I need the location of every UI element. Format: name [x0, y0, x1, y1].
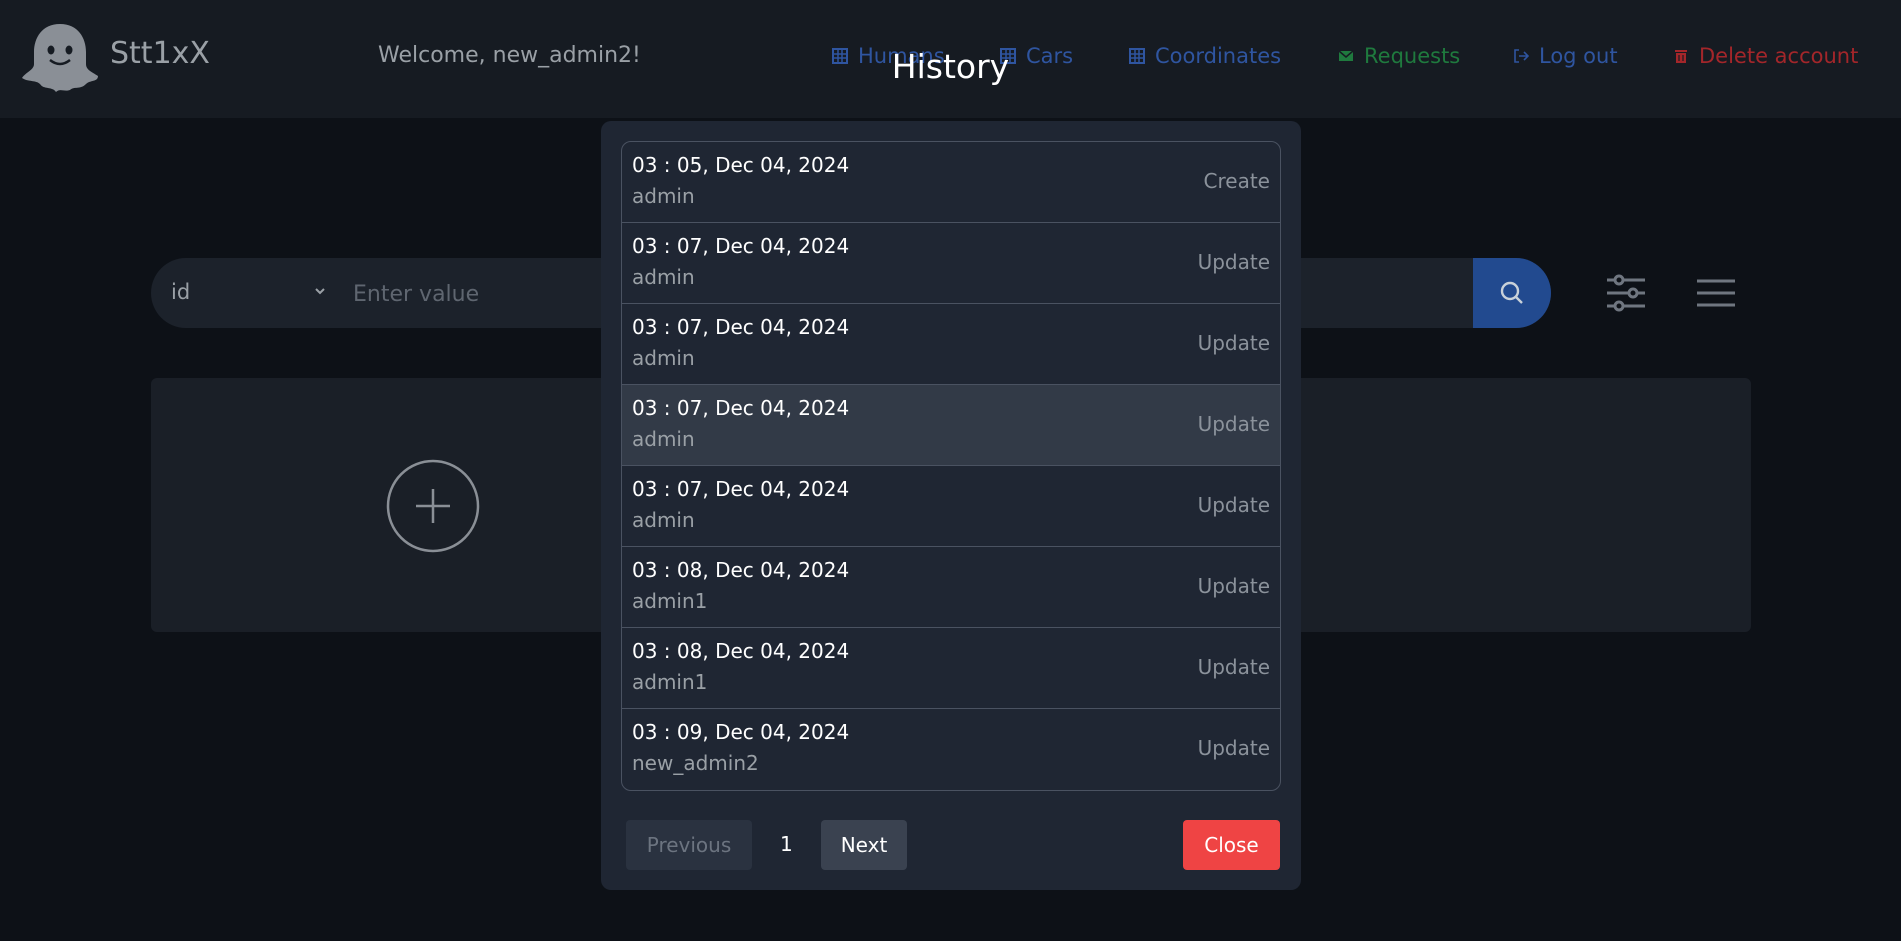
history-action: Create	[1203, 169, 1270, 193]
previous-page-button[interactable]: Previous	[626, 820, 752, 870]
add-circle-icon[interactable]	[386, 459, 480, 553]
history-action: Update	[1197, 493, 1270, 517]
history-action: Update	[1197, 655, 1270, 679]
history-action: Update	[1197, 412, 1270, 436]
search-button[interactable]	[1473, 258, 1551, 328]
history-time: 03 : 05, Dec 04, 2024	[632, 153, 850, 177]
history-time: 03 : 07, Dec 04, 2024	[632, 396, 850, 420]
history-time: 03 : 07, Dec 04, 2024	[632, 315, 850, 339]
modal-title: History	[891, 47, 1010, 86]
history-modal: 03 : 05, Dec 04, 2024 admin Create 03 : …	[601, 121, 1301, 890]
history-action: Update	[1197, 331, 1270, 355]
history-time: 03 : 07, Dec 04, 2024	[632, 234, 850, 258]
history-user: admin1	[632, 589, 708, 613]
history-user: admin	[632, 427, 695, 451]
filter-sliders-icon[interactable]	[1605, 274, 1647, 312]
current-page-number: 1	[780, 832, 793, 856]
history-time: 03 : 08, Dec 04, 2024	[632, 639, 850, 663]
chevron-down-icon	[315, 288, 325, 295]
history-time: 03 : 07, Dec 04, 2024	[632, 477, 850, 501]
search-field-select[interactable]: id	[171, 280, 331, 304]
history-time: 03 : 09, Dec 04, 2024	[632, 720, 850, 744]
history-user: admin	[632, 184, 695, 208]
history-item[interactable]: 03 : 08, Dec 04, 2024 admin1 Update	[622, 628, 1280, 709]
history-item[interactable]: 03 : 08, Dec 04, 2024 admin1 Update	[622, 547, 1280, 628]
history-user: admin1	[632, 670, 708, 694]
history-user: new_admin2	[632, 751, 759, 775]
history-action: Update	[1197, 736, 1270, 760]
history-time: 03 : 08, Dec 04, 2024	[632, 558, 850, 582]
history-user: admin	[632, 265, 695, 289]
history-action: Update	[1197, 250, 1270, 274]
history-user: admin	[632, 346, 695, 370]
history-list: 03 : 05, Dec 04, 2024 admin Create 03 : …	[621, 141, 1281, 791]
history-user: admin	[632, 508, 695, 532]
history-item[interactable]: 03 : 07, Dec 04, 2024 admin Update	[622, 466, 1280, 547]
history-item[interactable]: 03 : 05, Dec 04, 2024 admin Create	[622, 142, 1280, 223]
history-item[interactable]: 03 : 07, Dec 04, 2024 admin Update	[622, 385, 1280, 466]
history-item[interactable]: 03 : 09, Dec 04, 2024 new_admin2 Update	[622, 709, 1280, 790]
history-action: Update	[1197, 574, 1270, 598]
next-page-button[interactable]: Next	[821, 820, 907, 870]
history-item[interactable]: 03 : 07, Dec 04, 2024 admin Update	[622, 304, 1280, 385]
history-item[interactable]: 03 : 07, Dec 04, 2024 admin Update	[622, 223, 1280, 304]
search-icon	[1500, 281, 1523, 304]
hamburger-menu-icon[interactable]	[1695, 277, 1737, 309]
close-button[interactable]: Close	[1183, 820, 1280, 870]
